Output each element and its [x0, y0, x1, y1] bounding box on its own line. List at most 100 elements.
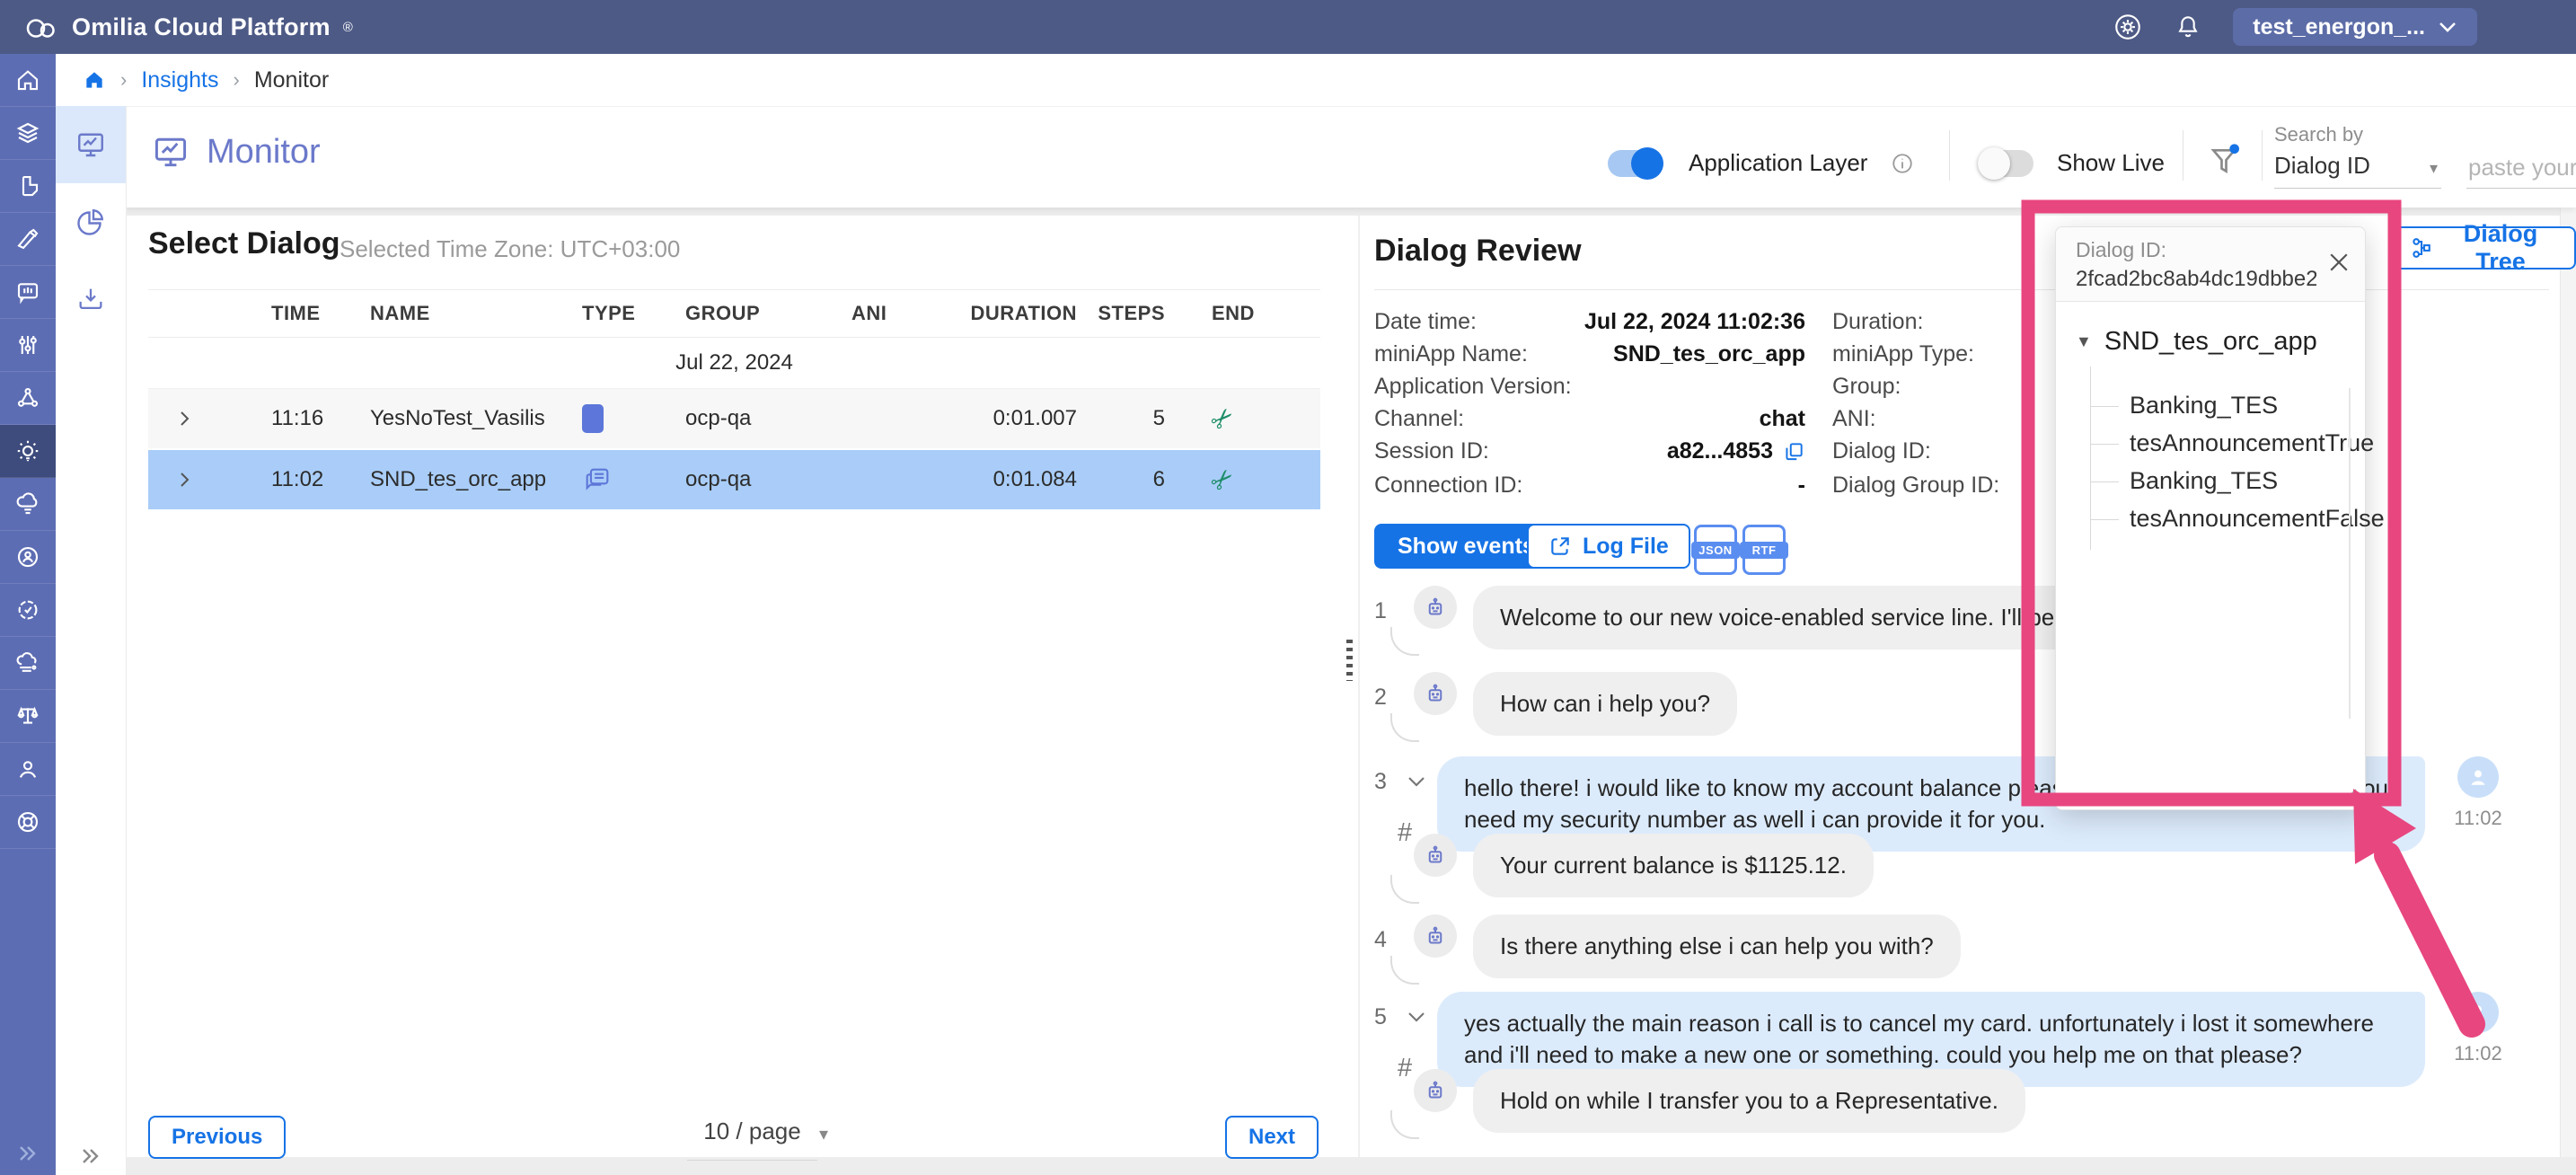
- sidebar-item-home[interactable]: [0, 54, 56, 107]
- sidebar-item-quality[interactable]: [0, 584, 56, 637]
- col-header-group[interactable]: GROUP: [678, 302, 844, 325]
- download-icon: [75, 284, 106, 314]
- next-page-button[interactable]: Next: [1225, 1116, 1319, 1159]
- copy-icon[interactable]: [1782, 440, 1805, 464]
- col-header-duration[interactable]: DURATION: [925, 302, 1082, 325]
- user-profile-icon: [14, 755, 41, 782]
- collapse-primary-sidebar-button[interactable]: [0, 1132, 56, 1175]
- tree-node-label: SND_tes_orc_app: [2104, 327, 2317, 357]
- tuning-icon: [14, 331, 41, 358]
- search-by-select[interactable]: Dialog ID ▾: [2274, 152, 2441, 189]
- tree-node-child[interactable]: Banking_TES: [2130, 467, 2278, 495]
- filter-icon[interactable]: [2206, 141, 2242, 181]
- bot-message-bubble: Is there anything else i can help you wi…: [1473, 914, 1961, 978]
- breadcrumb-home-icon[interactable]: [83, 68, 106, 92]
- sidebar-item-integrations[interactable]: [0, 637, 56, 690]
- voice-type-icon: [575, 404, 678, 433]
- tree-node-child[interactable]: tesAnnouncementTrue: [2130, 429, 2374, 457]
- sidebar-item-layers[interactable]: [0, 107, 56, 160]
- cell-time: 11:02: [251, 467, 359, 492]
- col-header-name[interactable]: NAME: [359, 302, 575, 325]
- tree-node-child[interactable]: Banking_TES: [2130, 392, 2278, 420]
- subnav-item-reports[interactable]: [56, 183, 126, 261]
- sidebar-item-compliance[interactable]: [0, 690, 56, 743]
- breadcrumb-link-insights[interactable]: Insights: [141, 67, 218, 93]
- collapse-secondary-sidebar-button[interactable]: [56, 1146, 126, 1166]
- tree-node-child[interactable]: tesAnnouncementFalse: [2130, 505, 2385, 533]
- home-icon: [14, 66, 41, 93]
- cell-group: ocp-qa: [678, 467, 844, 492]
- sidebar-item-admin[interactable]: [0, 531, 56, 584]
- settings-gear-icon[interactable]: [2113, 12, 2143, 42]
- col-header-end[interactable]: END: [1190, 302, 1320, 325]
- scrollbar[interactable]: [2349, 388, 2351, 719]
- caret-down-icon: ▼: [2076, 332, 2092, 351]
- col-header-time[interactable]: TIME: [251, 302, 359, 325]
- cell-name: YesNoTest_Vasilis: [359, 406, 575, 431]
- panel-resize-handle[interactable]: [1346, 640, 1353, 681]
- collapse-chevrons-icon: [16, 1144, 40, 1163]
- show-live-toggle[interactable]: [1978, 150, 2033, 177]
- dialog-tree-popup: Dialog ID: 2fcad2bc8ab4dc19dbbe23d87... …: [2055, 226, 2366, 810]
- table-row-selected[interactable]: 11:02 SND_tes_orc_app ocp-qa 0:01.084 6 …: [148, 448, 1320, 509]
- sidebar-item-network[interactable]: [0, 372, 56, 425]
- sidebar-item-insights[interactable]: [0, 425, 56, 478]
- subnav-item-export[interactable]: [56, 261, 126, 338]
- breadcrumb-separator: ›: [120, 68, 127, 92]
- sidebar-item-design[interactable]: [0, 213, 56, 266]
- detail-label: Connection ID:: [1374, 473, 1522, 499]
- account-menu-button[interactable]: test_energon_...: [2233, 8, 2477, 46]
- chevron-down-icon[interactable]: [1407, 1012, 1426, 1024]
- message-row: Hold on while I transfer you to a Repres…: [1374, 1069, 2556, 1133]
- previous-page-button[interactable]: Previous: [148, 1116, 286, 1159]
- chat-type-icon: [575, 464, 678, 495]
- chevron-down-icon[interactable]: [1407, 776, 1426, 789]
- dialog-id-input[interactable]: [2466, 146, 2576, 189]
- message-row: Your current balance is $1125.12.: [1374, 834, 2556, 897]
- expand-row-icon[interactable]: [148, 471, 251, 489]
- timezone-note: Selected Time Zone: UTC+03:00: [340, 235, 680, 263]
- col-header-ani[interactable]: ANI: [844, 302, 925, 325]
- sidebar-item-support[interactable]: [0, 796, 56, 849]
- application-layer-toggle[interactable]: [1608, 150, 1663, 177]
- tree-connector: [2090, 444, 2119, 445]
- secondary-sidebar: [56, 106, 127, 1175]
- close-icon[interactable]: [2325, 249, 2352, 276]
- subnav-item-monitor[interactable]: [56, 106, 126, 183]
- show-live-label: Show Live: [2057, 149, 2165, 177]
- detail-label: Session ID:: [1374, 438, 1489, 464]
- sidebar-item-miniapps[interactable]: [0, 160, 56, 213]
- bot-message-bubble: Hold on while I transfer you to a Repres…: [1473, 1069, 2025, 1133]
- expand-row-icon[interactable]: [148, 410, 251, 428]
- page-size-select[interactable]: 10 / page ▾: [687, 1118, 817, 1161]
- dialog-id-value: 2fcad2bc8ab4dc19dbbe23d87...: [2076, 267, 2316, 292]
- detail-label-dialog-group-id: Dialog Group ID:: [1832, 473, 1999, 499]
- log-file-button[interactable]: Log File: [1527, 524, 1690, 569]
- col-header-steps[interactable]: STEPS: [1082, 302, 1190, 325]
- cloud-logo-icon: [23, 13, 59, 40]
- export-json-button[interactable]: JSON: [1694, 525, 1737, 575]
- info-icon[interactable]: [1891, 152, 1914, 175]
- cell-name: SND_tes_orc_app: [359, 467, 575, 492]
- robot-avatar-icon: [1414, 914, 1457, 958]
- detail-row-application-version: Application Version:: [1374, 374, 1805, 400]
- bell-icon[interactable]: [2174, 13, 2202, 41]
- detail-label: Application Version:: [1374, 374, 1572, 400]
- table-row[interactable]: 11:16 YesNoTest_Vasilis ocp-qa 0:01.007 …: [148, 389, 1320, 448]
- dialog-tree: ▼ SND_tes_orc_app Banking_TES tesAnnounc…: [2056, 302, 2365, 769]
- message-row: 4 Is there anything else i can help you …: [1374, 914, 2556, 978]
- col-header-type[interactable]: TYPE: [575, 302, 678, 325]
- tree-node-root[interactable]: ▼ SND_tes_orc_app: [2076, 327, 2317, 357]
- sidebar-item-dialogs[interactable]: [0, 266, 56, 319]
- compliance-scales-icon: [14, 702, 41, 729]
- search-by-label: Search by: [2274, 123, 2363, 146]
- brand-title: Omilia Cloud Platform: [72, 13, 331, 41]
- application-layer-label: Application Layer: [1689, 149, 1867, 177]
- resize-handle-icon[interactable]: [2338, 782, 2360, 804]
- sidebar-item-cloud-deploy[interactable]: [0, 478, 56, 531]
- sidebar-item-user-profile[interactable]: [0, 743, 56, 796]
- export-rtf-button[interactable]: RTF: [1742, 525, 1786, 575]
- sidebar-item-tuning[interactable]: [0, 319, 56, 372]
- message-row: 1 Welcome to our new voice-enabled servi…: [1374, 586, 2556, 649]
- dialog-tree-button[interactable]: Dialog Tree: [2389, 226, 2576, 269]
